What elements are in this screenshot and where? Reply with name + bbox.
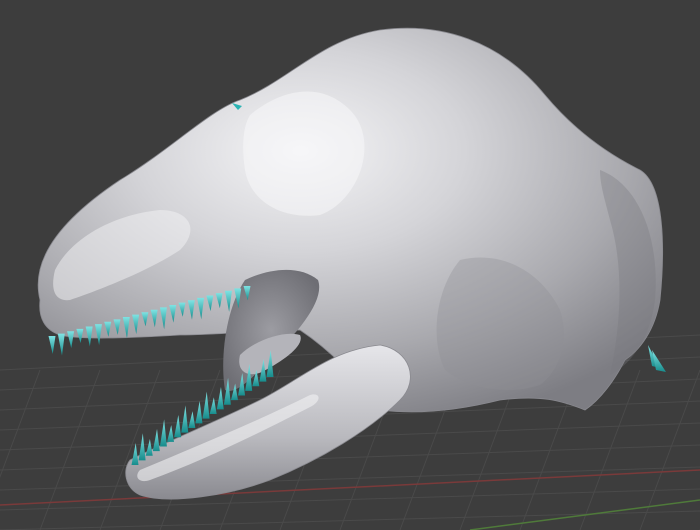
grid-line	[0, 444, 700, 471]
tooth	[48, 336, 56, 354]
tooth	[202, 391, 210, 419]
tooth	[216, 387, 224, 410]
tooth	[195, 401, 203, 424]
tooth	[181, 405, 189, 433]
tooth	[131, 443, 139, 465]
tooth	[188, 411, 196, 428]
tooth	[167, 425, 175, 442]
y-axis-line	[469, 499, 700, 530]
tooth	[67, 331, 75, 349]
tooth	[174, 415, 182, 438]
grid-line	[0, 466, 700, 491]
tooth	[209, 397, 217, 415]
viewport-canvas[interactable]	[0, 0, 700, 530]
tooth	[152, 429, 160, 452]
grid-line	[39, 369, 101, 530]
tooth	[138, 433, 146, 461]
3d-viewport[interactable]	[0, 0, 700, 530]
tooth	[145, 438, 153, 456]
tooth	[57, 333, 65, 356]
